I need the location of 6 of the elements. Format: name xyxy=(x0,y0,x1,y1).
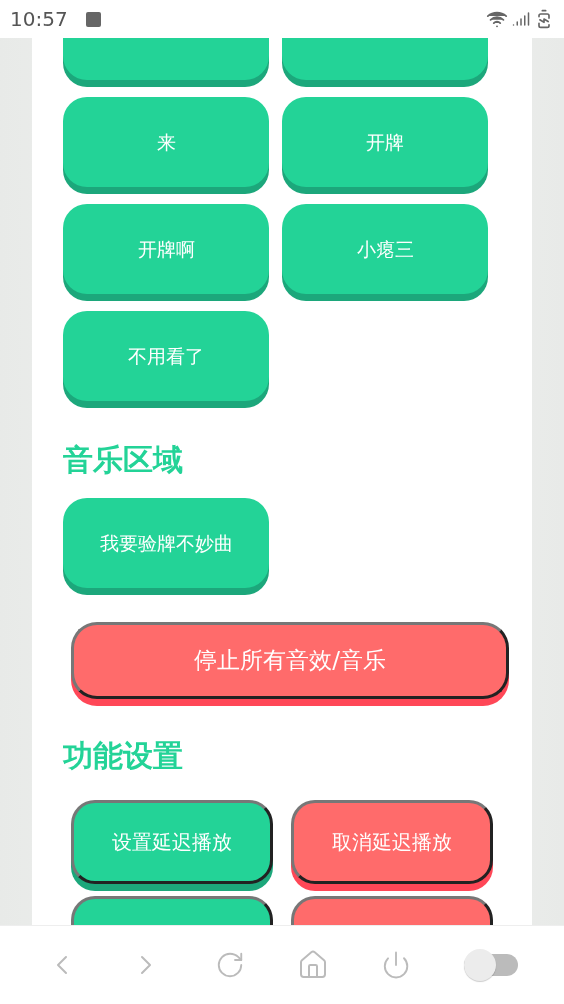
section-title: 功能设置 xyxy=(62,737,184,775)
section-title: 音乐区域 xyxy=(62,441,184,479)
toggle-switch[interactable] xyxy=(463,948,518,982)
signal-icon xyxy=(512,10,530,28)
status-time: 10:57 xyxy=(10,6,68,33)
keyboard-icon xyxy=(85,11,101,27)
